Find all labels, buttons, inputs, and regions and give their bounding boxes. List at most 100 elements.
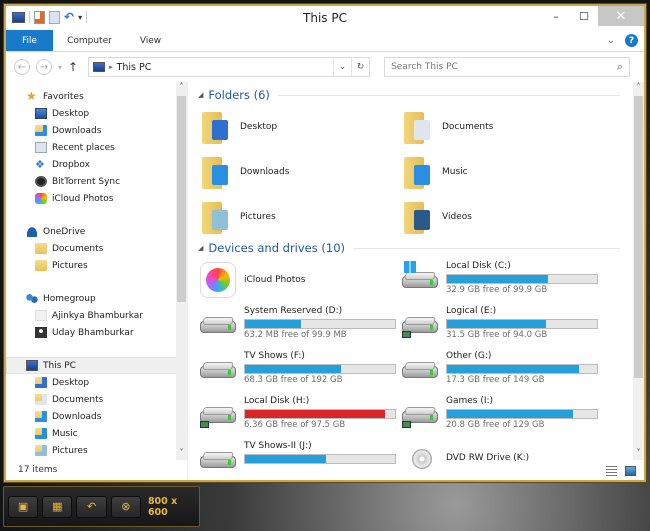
nav-favorites-bittorrent[interactable]: BitTorrent Sync — [6, 173, 187, 190]
drive-item[interactable]: Games (I:) 20.8 GB free of 129 GB — [400, 392, 600, 437]
drive-item[interactable]: Logical (E:) 31.5 GB free of 94.0 GB — [400, 302, 600, 347]
nav-this-pc-desktop[interactable]: Desktop — [6, 374, 187, 391]
nav-favorites-dropbox[interactable]: ❖ Dropbox — [6, 156, 187, 173]
nav-label: Favorites — [43, 91, 84, 102]
documents-folder-icon — [35, 394, 47, 405]
nav-this-pc-downloads[interactable]: Downloads — [6, 408, 187, 425]
drive-free-space: 32.9 GB free of 99.9 GB — [446, 285, 548, 295]
downloads-folder-icon — [35, 125, 47, 136]
large-icons-view-icon[interactable] — [625, 466, 636, 476]
nav-this-pc-pictures[interactable]: Pictures — [6, 442, 187, 459]
forward-button[interactable]: → — [36, 59, 52, 75]
folder-item-desktop[interactable]: Desktop — [198, 104, 398, 149]
homegroup-icon — [26, 293, 38, 304]
folder-name: Downloads — [240, 166, 290, 177]
breadcrumb-separator-icon[interactable]: ▸ — [109, 63, 113, 71]
folder-item-videos[interactable]: Videos — [400, 194, 600, 239]
nav-this-pc-documents[interactable]: Documents — [6, 391, 187, 408]
tab-computer[interactable]: Computer — [53, 30, 126, 51]
collapse-icon[interactable]: ◢ — [198, 244, 203, 252]
scroll-up-icon[interactable]: ˄ — [633, 82, 644, 94]
drive-name: Logical (E:) — [446, 306, 497, 316]
address-input[interactable]: ▸ This PC ⌄ ↻ — [88, 57, 371, 77]
desktop-folder-icon — [202, 110, 228, 144]
content-pane: ◢ Folders (6) Desktop Documents Downloads M… — [188, 82, 644, 480]
folder-item-documents[interactable]: Documents — [400, 104, 600, 149]
folder-name: Music — [442, 166, 468, 177]
back-button[interactable]: ← — [14, 59, 30, 75]
collapse-icon[interactable]: ◢ — [198, 91, 203, 99]
scroll-down-icon[interactable]: ˅ — [176, 448, 187, 460]
nav-onedrive-pictures[interactable]: Pictures — [6, 257, 187, 274]
nav-favorites-icloud[interactable]: iCloud Photos — [6, 190, 187, 207]
tab-view[interactable]: View — [126, 30, 175, 51]
cancel-button[interactable]: ⊗ — [110, 495, 141, 518]
drive-item[interactable]: DVD RW Drive (K:) — [400, 437, 600, 480]
nav-favorites-downloads[interactable]: Downloads — [6, 122, 187, 139]
video-capture-button[interactable]: ▦ — [42, 495, 73, 518]
nav-favorites[interactable]: ★ Favorites — [6, 88, 187, 105]
drive-item[interactable]: System Reserved (D:) 63.2 MB free of 99.9… — [198, 302, 398, 347]
user-avatar-icon — [35, 310, 47, 321]
close-button[interactable]: ✕ — [598, 6, 644, 26]
nav-label: Documents — [52, 243, 104, 254]
nav-this-pc-music[interactable]: Music — [6, 425, 187, 442]
search-input[interactable]: Search This PC ⌕ — [384, 57, 631, 77]
drive-item[interactable]: TV Shows (F:) 68.3 GB free of 192 GB — [198, 347, 398, 392]
folder-item-pictures[interactable]: Pictures — [198, 194, 398, 239]
scroll-down-icon[interactable]: ˅ — [633, 448, 644, 460]
expand-ribbon-icon[interactable]: ⌄ — [607, 35, 615, 46]
recent-locations-icon[interactable]: ▾ — [58, 63, 62, 72]
nav-homegroup-ajinkya[interactable]: Ajinkya Bhamburkar — [6, 307, 187, 324]
content-scrollbar[interactable]: ˄ ˅ — [633, 82, 644, 460]
undo-icon: ↶ — [86, 500, 97, 513]
minimize-button[interactable]: – — [542, 6, 570, 26]
nav-homegroup[interactable]: Homegroup — [6, 290, 187, 307]
undo-button[interactable]: ↶ — [76, 495, 107, 518]
documents-folder-icon — [404, 110, 430, 144]
hard-drive-icon — [200, 314, 236, 336]
folder-item-downloads[interactable]: Downloads — [198, 149, 398, 194]
nav-label: Ajinkya Bhamburkar — [52, 310, 144, 321]
folders-group-header[interactable]: ◢ Folders (6) — [198, 86, 620, 104]
drive-free-space: 17.3 GB free of 149 GB — [446, 375, 545, 385]
details-view-icon[interactable] — [606, 466, 617, 476]
drive-name: iCloud Photos — [244, 274, 306, 285]
nav-favorites-desktop[interactable]: Desktop — [6, 105, 187, 122]
video-capture-icon: ▦ — [52, 500, 63, 513]
refresh-icon[interactable]: ↻ — [351, 58, 369, 76]
search-icon[interactable]: ⌕ — [617, 60, 623, 74]
divider — [277, 94, 620, 96]
address-dropdown-icon[interactable]: ⌄ — [333, 58, 351, 76]
devices-group-header[interactable]: ◢ Devices and drives (10) — [198, 239, 620, 257]
drive-item[interactable]: iCloud Photos — [198, 257, 398, 302]
scroll-thumb[interactable] — [634, 96, 643, 378]
hard-drive-icon — [200, 449, 236, 471]
help-icon[interactable]: ? — [625, 34, 638, 47]
drive-item[interactable]: Local Disk (H:) 6.36 GB free of 97.5 GB — [198, 392, 398, 437]
drive-item[interactable]: TV Shows-II (J:) — [198, 437, 398, 480]
drive-item[interactable]: Other (G:) 17.3 GB free of 149 GB — [400, 347, 600, 392]
scroll-up-icon[interactable]: ˄ — [176, 82, 187, 94]
folder-item-music[interactable]: Music — [400, 149, 600, 194]
explorer-window: ↶ ▾ This PC – ☐ ✕ File Computer View ⌄ ?… — [4, 4, 646, 482]
nav-onedrive-documents[interactable]: Documents — [6, 240, 187, 257]
nav-label: Recent places — [52, 142, 115, 153]
breadcrumb-this-pc[interactable]: This PC — [117, 62, 152, 73]
nav-homegroup-uday[interactable]: Uday Bhamburkar — [6, 324, 187, 341]
nav-onedrive[interactable]: OneDrive — [6, 223, 187, 240]
tab-file[interactable]: File — [6, 30, 54, 51]
maximize-button[interactable]: ☐ — [570, 6, 598, 26]
up-button[interactable]: ↑ — [68, 60, 78, 74]
nav-favorites-recent[interactable]: Recent places — [6, 139, 187, 156]
drive-item[interactable]: Local Disk (C:) 32.9 GB free of 99.9 GB — [400, 257, 600, 302]
drive-usage-bar — [446, 364, 598, 374]
nav-this-pc[interactable]: This PC — [6, 357, 179, 374]
drive-usage-bar — [446, 274, 598, 284]
window-controls: – ☐ ✕ — [542, 6, 644, 26]
resolution-label: 800 x 600 — [147, 495, 178, 518]
fullscreen-capture-button[interactable]: ▣ — [8, 495, 39, 518]
nav-scrollbar[interactable]: ˄ ˅ — [176, 82, 187, 460]
scroll-thumb[interactable] — [177, 96, 186, 302]
drive-name: TV Shows (F:) — [244, 351, 305, 361]
